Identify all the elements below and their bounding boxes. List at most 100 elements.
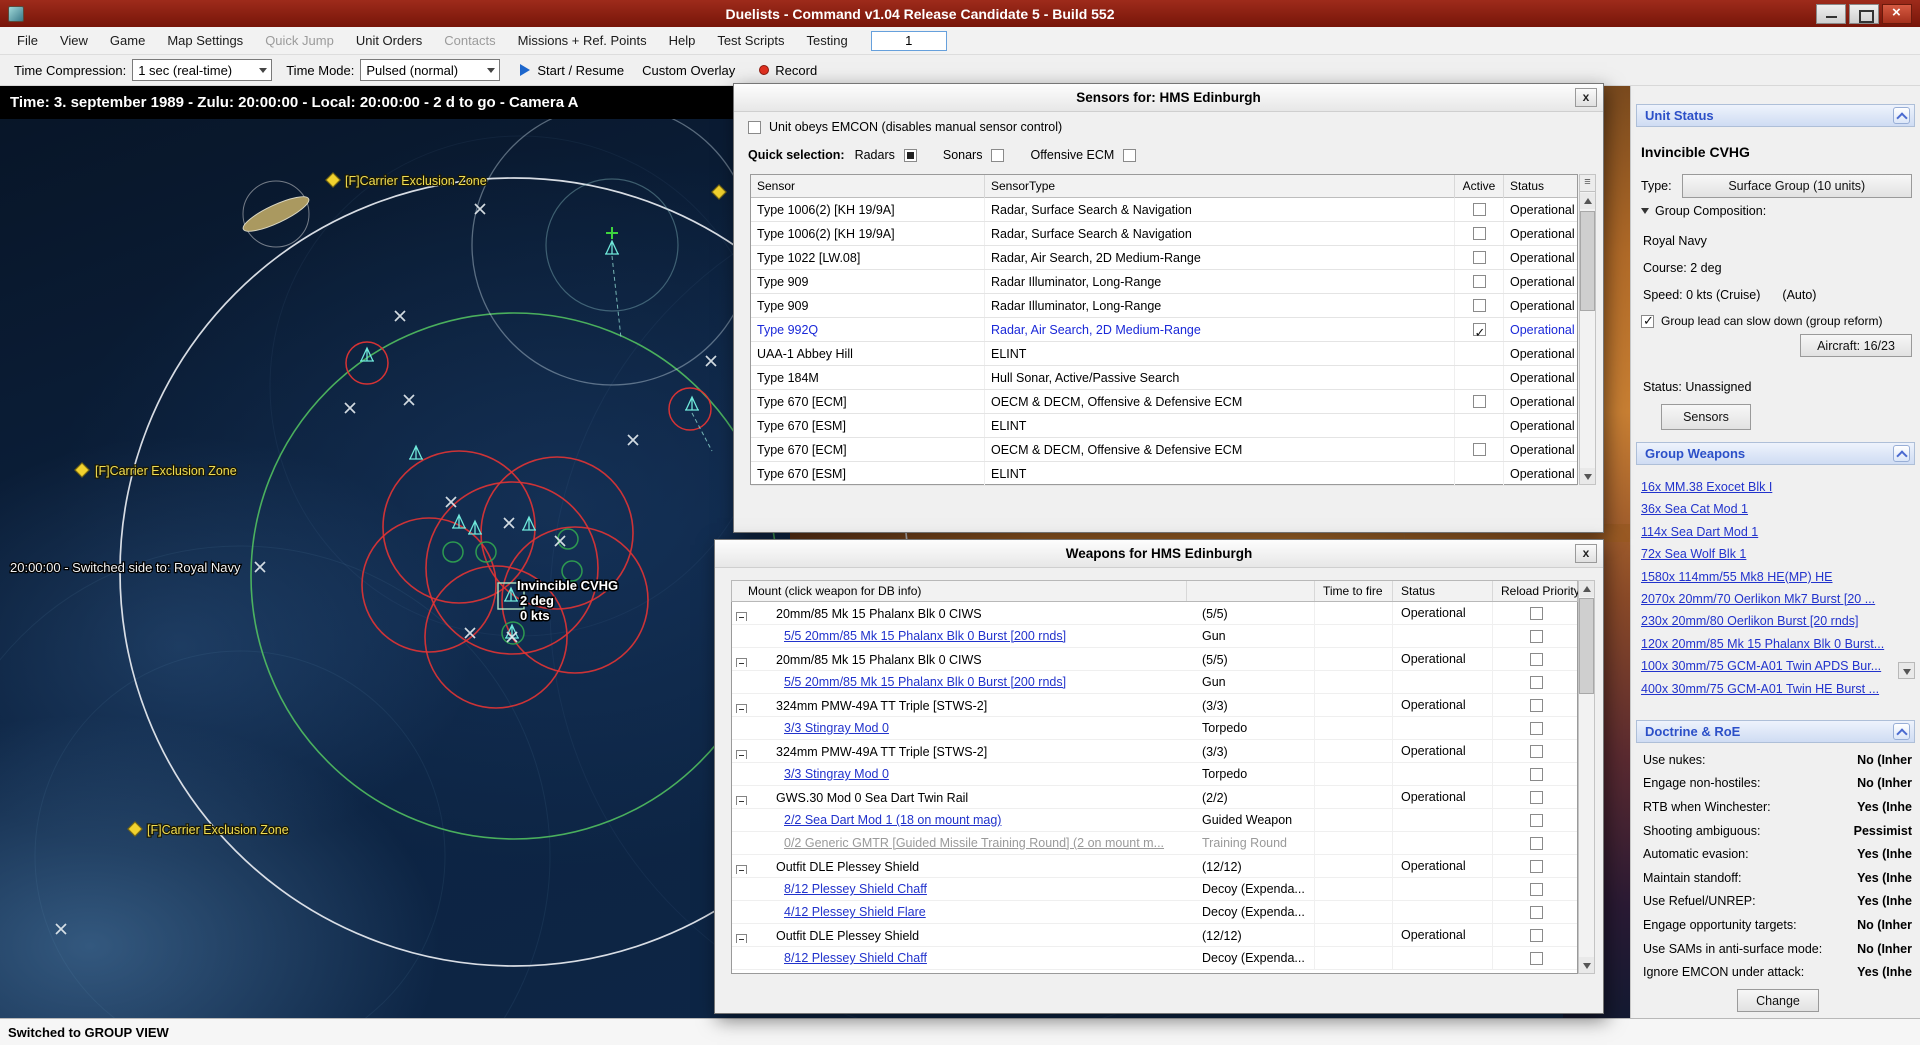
- reload-priority-checkbox[interactable]: [1530, 814, 1543, 827]
- maximize-icon[interactable]: [1849, 4, 1879, 24]
- testing-input[interactable]: [871, 31, 947, 51]
- reload-priority-checkbox[interactable]: [1530, 791, 1543, 804]
- collapse-icon[interactable]: [736, 658, 747, 667]
- contact-x-icon[interactable]: [465, 628, 475, 638]
- group-weapon-link[interactable]: 72x Sea Wolf Blk 1: [1641, 543, 1896, 565]
- group-weapon-link[interactable]: 36x Sea Cat Mod 1: [1641, 498, 1896, 520]
- scroll-down-icon[interactable]: [1579, 957, 1594, 973]
- reload-priority-checkbox[interactable]: [1530, 768, 1543, 781]
- weapons-dialog-titlebar[interactable]: Weapons for HMS Edinburgh: [715, 540, 1603, 568]
- record-button[interactable]: Record: [775, 63, 817, 78]
- weapon-row[interactable]: 324mm PMW-49A TT Triple [STWS-2] (3/3) O…: [732, 694, 1577, 717]
- reload-priority-checkbox[interactable]: [1530, 929, 1543, 942]
- collapse-icon[interactable]: [736, 865, 747, 874]
- contact-x-icon[interactable]: [628, 435, 638, 445]
- reload-priority-checkbox[interactable]: [1530, 630, 1543, 643]
- contact-x-icon[interactable]: [446, 497, 456, 507]
- weapon-name[interactable]: 324mm PMW-49A TT Triple [STWS-2]: [776, 699, 987, 713]
- weapon-row[interactable]: 8/12 Plessey Shield Chaff Decoy (Expenda…: [732, 947, 1577, 970]
- sensor-active-checkbox[interactable]: [1473, 299, 1486, 312]
- reload-priority-checkbox[interactable]: [1530, 653, 1543, 666]
- collapse-section-icon[interactable]: [1893, 723, 1910, 740]
- collapse-icon[interactable]: [736, 704, 747, 713]
- sensor-active-checkbox[interactable]: [1473, 251, 1486, 264]
- menu-item[interactable]: View: [49, 33, 99, 48]
- time-mode-select[interactable]: Pulsed (normal): [360, 59, 500, 81]
- contact-x-icon[interactable]: [504, 518, 514, 528]
- collapse-icon[interactable]: [736, 750, 747, 759]
- sensors-scrollbar[interactable]: [1579, 174, 1596, 485]
- weapon-row[interactable]: 4/12 Plessey Shield Flare Decoy (Expenda…: [732, 901, 1577, 924]
- weapon-name[interactable]: 5/5 20mm/85 Mk 15 Phalanx Blk 0 Burst [2…: [784, 675, 1066, 689]
- sensor-row[interactable]: Type 670 [ECM] OECM & DECM, Offensive & …: [751, 390, 1577, 414]
- reload-priority-checkbox[interactable]: [1530, 722, 1543, 735]
- reference-point-icon[interactable]: [128, 822, 142, 836]
- reference-point-icon[interactable]: [712, 185, 726, 199]
- weapon-name[interactable]: 20mm/85 Mk 15 Phalanx Blk 0 CIWS: [776, 653, 982, 667]
- unit-type-button[interactable]: Surface Group (10 units): [1682, 174, 1912, 198]
- menu-item[interactable]: Testing: [796, 33, 859, 48]
- group-weapon-link[interactable]: 230x 20mm/80 Oerlikon Burst [20 rnds]: [1641, 610, 1896, 632]
- sensor-active-checkbox[interactable]: [1473, 443, 1486, 456]
- weapon-name[interactable]: Outfit DLE Plessey Shield: [776, 860, 919, 874]
- sensor-active-checkbox[interactable]: [1473, 323, 1486, 336]
- minimize-icon[interactable]: [1816, 4, 1846, 24]
- unit-icon[interactable]: [685, 397, 699, 410]
- unit-icon[interactable]: [409, 446, 423, 459]
- group-weapon-link[interactable]: 120x 20mm/85 Mk 15 Phalanx Blk 0 Burst..…: [1641, 633, 1896, 655]
- quick-selection-checkbox[interactable]: [1123, 149, 1136, 162]
- weapon-name[interactable]: Outfit DLE Plessey Shield: [776, 929, 919, 943]
- menu-item[interactable]: Test Scripts: [706, 33, 795, 48]
- sensor-active-checkbox[interactable]: [1473, 275, 1486, 288]
- scrollbar-thumb[interactable]: [1580, 211, 1595, 311]
- collapse-section-icon[interactable]: [1893, 445, 1910, 462]
- weapon-name[interactable]: 5/5 20mm/85 Mk 15 Phalanx Blk 0 Burst [2…: [784, 629, 1066, 643]
- unit-icon[interactable]: [452, 515, 466, 528]
- contact-x-icon[interactable]: [395, 311, 405, 321]
- menu-item[interactable]: Help: [658, 33, 707, 48]
- sensor-row[interactable]: Type 1006(2) [KH 19/9A] Radar, Surface S…: [751, 222, 1577, 246]
- sensor-row[interactable]: Type 670 [ESM] ELINT Operational: [751, 414, 1577, 438]
- collapse-icon[interactable]: [736, 612, 747, 621]
- scroll-up-icon[interactable]: [1580, 193, 1595, 209]
- reload-priority-checkbox[interactable]: [1530, 952, 1543, 965]
- contact-x-icon[interactable]: [255, 562, 265, 572]
- unit-icon[interactable]: [468, 521, 482, 534]
- weapon-name[interactable]: 8/12 Plessey Shield Chaff: [784, 882, 927, 896]
- sensors-dialog-titlebar[interactable]: Sensors for: HMS Edinburgh: [734, 84, 1603, 112]
- contact-x-icon[interactable]: [56, 924, 66, 934]
- reload-priority-checkbox[interactable]: [1530, 837, 1543, 850]
- close-icon[interactable]: [1575, 88, 1597, 107]
- aircraft-button[interactable]: Aircraft: 16/23: [1800, 334, 1912, 357]
- scroll-up-icon[interactable]: [1579, 581, 1594, 597]
- group-weapon-link[interactable]: 100x 30mm/75 GCM-A01 Twin APDS Bur...: [1641, 655, 1896, 677]
- quick-selection-checkbox[interactable]: [904, 149, 917, 162]
- sensor-row[interactable]: Type 909 Radar Illuminator, Long-Range O…: [751, 270, 1577, 294]
- weapon-row[interactable]: 2/2 Sea Dart Mod 1 (18 on mount mag) Gui…: [732, 809, 1577, 832]
- change-doctrine-button[interactable]: Change: [1737, 989, 1819, 1012]
- menu-item[interactable]: Missions + Ref. Points: [507, 33, 658, 48]
- weapon-name[interactable]: 4/12 Plessey Shield Flare: [784, 905, 926, 919]
- reload-priority-checkbox[interactable]: [1530, 860, 1543, 873]
- collapse-section-icon[interactable]: [1893, 107, 1910, 124]
- weapon-row[interactable]: 324mm PMW-49A TT Triple [STWS-2] (3/3) O…: [732, 740, 1577, 763]
- reload-priority-checkbox[interactable]: [1530, 745, 1543, 758]
- weapon-row[interactable]: 8/12 Plessey Shield Chaff Decoy (Expenda…: [732, 878, 1577, 901]
- sensor-active-checkbox[interactable]: [1473, 395, 1486, 408]
- group-weapon-link[interactable]: 114x Sea Dart Mod 1: [1641, 521, 1896, 543]
- menu-item[interactable]: Unit Orders: [345, 33, 433, 48]
- contact-x-icon[interactable]: [404, 395, 414, 405]
- reference-cross-icon[interactable]: [606, 227, 618, 239]
- sensor-row[interactable]: Type 184M Hull Sonar, Active/Passive Sea…: [751, 366, 1577, 390]
- collapse-icon[interactable]: [736, 796, 747, 805]
- custom-overlay-button[interactable]: Custom Overlay: [642, 63, 735, 78]
- group-composition-toggle[interactable]: Group Composition:: [1641, 204, 1766, 218]
- weapon-name[interactable]: GWS.30 Mod 0 Sea Dart Twin Rail: [776, 791, 968, 805]
- sensor-active-checkbox[interactable]: [1473, 227, 1486, 240]
- reload-priority-checkbox[interactable]: [1530, 883, 1543, 896]
- quick-selection-checkbox[interactable]: [991, 149, 1004, 162]
- contact-x-icon[interactable]: [345, 403, 355, 413]
- scrollbar-thumb[interactable]: [1579, 598, 1594, 694]
- weapon-row[interactable]: Outfit DLE Plessey Shield (12/12) Operat…: [732, 924, 1577, 947]
- time-compression-select[interactable]: 1 sec (real-time): [132, 59, 272, 81]
